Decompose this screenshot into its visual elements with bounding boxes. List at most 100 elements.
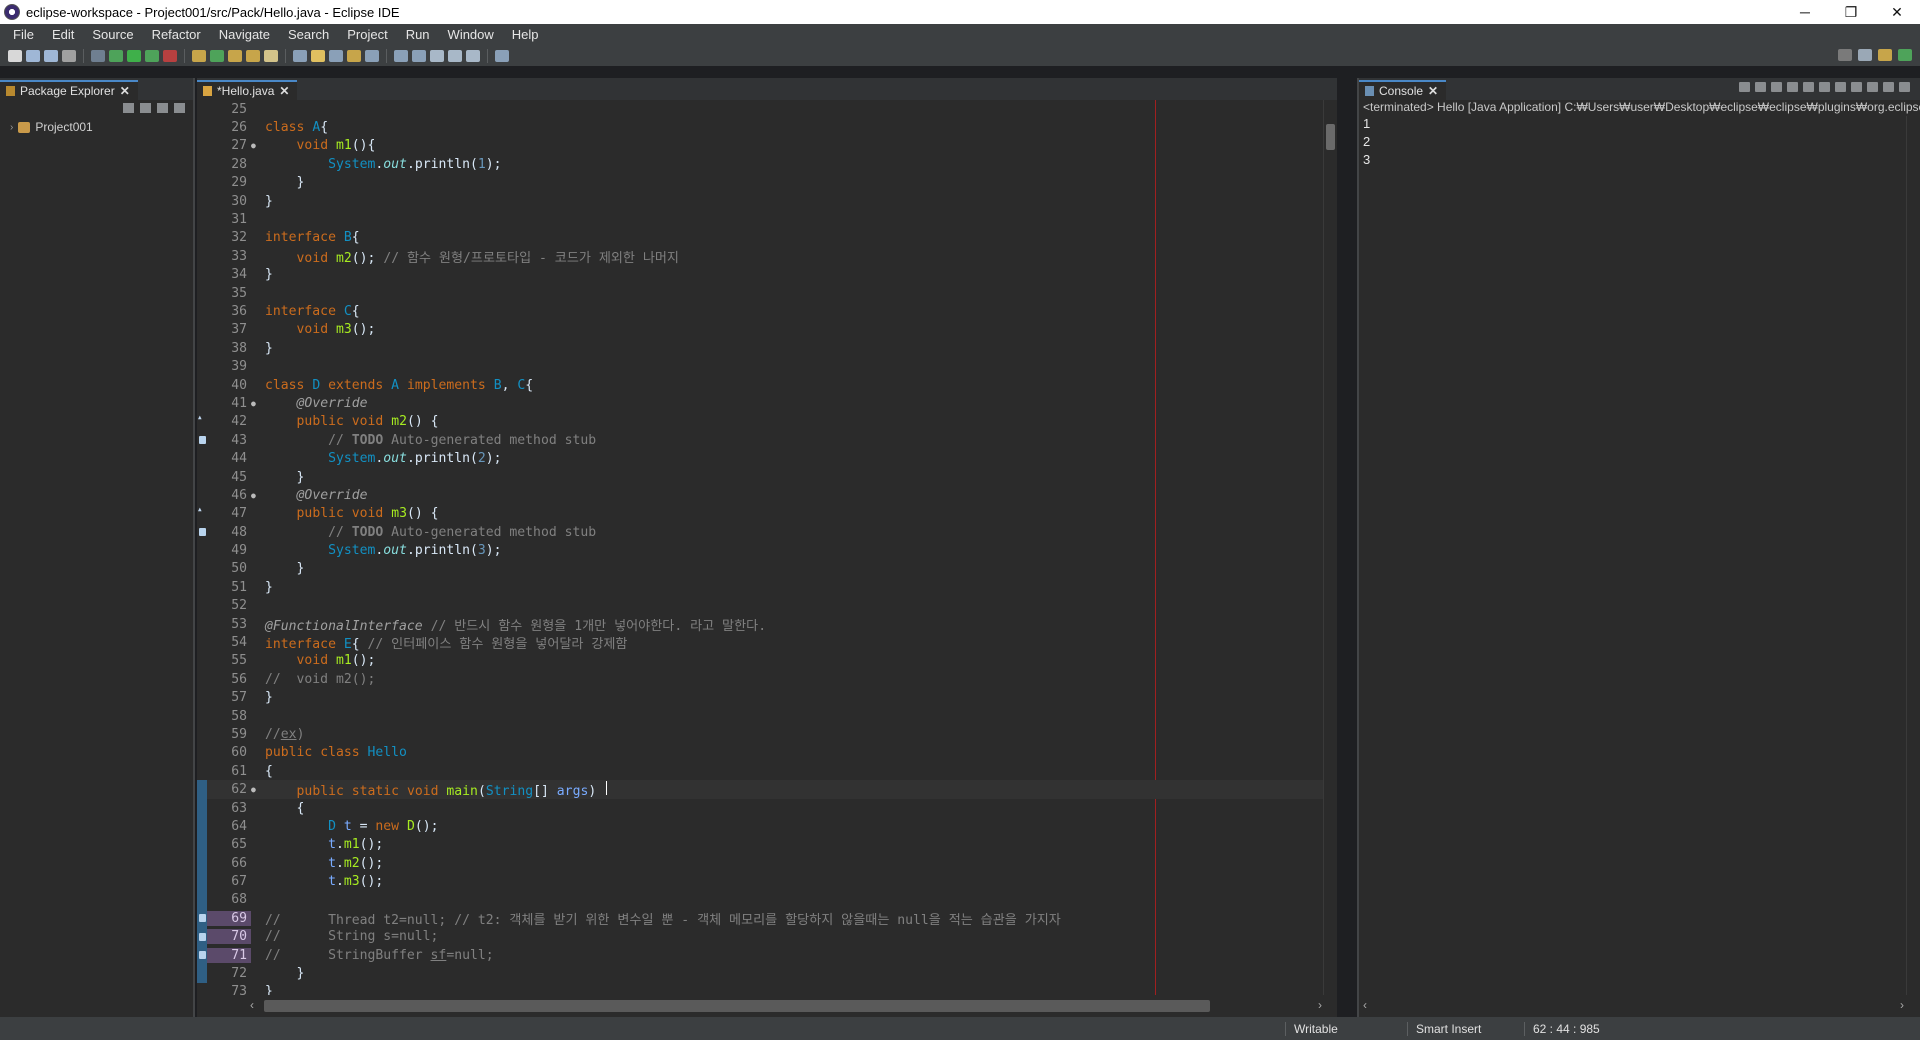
code-line[interactable]: 25: [197, 100, 1325, 118]
minimize-button[interactable]: ─: [1782, 0, 1828, 24]
code-line[interactable]: 40 class D extends A implements B, C{: [197, 376, 1325, 394]
tab-console[interactable]: Console ✕: [1359, 80, 1447, 100]
view-menu-icon[interactable]: [174, 103, 185, 113]
restore-button[interactable]: ❐: [1828, 0, 1874, 24]
close-icon[interactable]: ✕: [1428, 84, 1438, 98]
debug-perspective-icon[interactable]: [1898, 49, 1912, 61]
print-icon[interactable]: [62, 50, 76, 62]
code-text[interactable]: @Override: [259, 488, 368, 503]
code-line[interactable]: 44 System.out.println(2);: [197, 449, 1325, 467]
code-line[interactable]: 33 void m2(); // 함수 원형/프로토타입 - 코드가 제외한 나…: [197, 247, 1325, 266]
remove-launch-icon[interactable]: [1755, 82, 1766, 92]
new-icon[interactable]: [8, 50, 22, 62]
code-text[interactable]: }: [259, 175, 305, 190]
close-icon[interactable]: ✕: [120, 84, 130, 98]
tab-package-explorer[interactable]: Package Explorer ✕: [0, 80, 138, 100]
code-line[interactable]: 30}: [197, 192, 1325, 210]
debug-icon[interactable]: [109, 50, 123, 62]
code-line[interactable]: 68: [197, 890, 1325, 910]
code-text[interactable]: }: [259, 194, 273, 209]
highlight-icon[interactable]: [311, 50, 325, 62]
code-line[interactable]: 66 t.m2();: [197, 854, 1325, 873]
code-line[interactable]: 70 // String s=null;: [197, 927, 1325, 946]
code-text[interactable]: // TODO Auto-generated method stub: [259, 433, 596, 448]
display-console-icon[interactable]: [1851, 82, 1862, 92]
code-line[interactable]: 52: [197, 597, 1325, 615]
menu-search[interactable]: Search: [279, 24, 338, 46]
coverage-icon[interactable]: [145, 50, 159, 62]
code-line[interactable]: 65 t.m1();: [197, 835, 1325, 855]
code-text[interactable]: // Thread t2=null; // t2: 객체를 받기 위한 변수일 …: [259, 909, 1061, 928]
menu-edit[interactable]: Edit: [43, 24, 83, 46]
scroll-left-icon[interactable]: ‹: [1363, 998, 1367, 1012]
code-line[interactable]: 42 public void m2() {: [197, 413, 1325, 431]
code-text[interactable]: void m1(){: [259, 138, 376, 153]
scrollbar-thumb[interactable]: [264, 1000, 1210, 1012]
open-task-icon[interactable]: [246, 50, 260, 62]
code-line[interactable]: 51}: [197, 578, 1325, 596]
task-marker-icon[interactable]: [197, 909, 207, 928]
code-text[interactable]: interface C{: [259, 304, 360, 319]
code-text[interactable]: D t = new D();: [259, 819, 438, 834]
code-text[interactable]: }: [259, 580, 273, 595]
code-text[interactable]: void m1();: [259, 653, 376, 668]
code-line[interactable]: 38}: [197, 339, 1325, 357]
java-perspective-icon[interactable]: [1878, 49, 1892, 61]
maximize-view-icon[interactable]: [1899, 82, 1910, 92]
code-text[interactable]: System.out.println(3);: [259, 543, 501, 558]
code-text[interactable]: // String s=null;: [259, 929, 438, 944]
code-text[interactable]: public static void main(String[] args): [259, 780, 608, 799]
code-text[interactable]: public class Hello: [259, 745, 407, 760]
back-icon[interactable]: [430, 50, 444, 62]
code-line[interactable]: 34}: [197, 266, 1325, 284]
tree-item-project[interactable]: › Project001: [0, 118, 193, 136]
code-line[interactable]: 45 }: [197, 468, 1325, 486]
code-text[interactable]: class D extends A implements B, C{: [259, 378, 533, 393]
terminate-icon[interactable]: [1739, 82, 1750, 92]
new-java-project-icon[interactable]: [192, 50, 206, 62]
code-line[interactable]: 26 class A{: [197, 118, 1325, 136]
code-text[interactable]: }: [259, 470, 305, 485]
code-line[interactable]: 35: [197, 284, 1325, 302]
code-text[interactable]: }: [259, 966, 305, 981]
fold-toggle-icon[interactable]: ●: [251, 785, 259, 794]
code-text[interactable]: t.m2();: [259, 856, 383, 871]
menu-window[interactable]: Window: [439, 24, 503, 46]
tab-hello-java[interactable]: *Hello.java ✕: [197, 80, 298, 100]
menu-refactor[interactable]: Refactor: [143, 24, 210, 46]
open-perspective-icon[interactable]: [1858, 49, 1872, 61]
code-line[interactable]: 54 interface E{ // 인터페이스 함수 원형을 넣어달라 강제함: [197, 633, 1325, 652]
block-selection-icon[interactable]: [347, 50, 361, 62]
fold-toggle-icon[interactable]: ●: [251, 141, 259, 150]
code-line[interactable]: 37 void m3();: [197, 321, 1325, 339]
code-text[interactable]: // StringBuffer sf=null;: [259, 948, 494, 963]
code-text[interactable]: @FunctionalInterface // 반드시 함수 원형을 1개만 넣…: [259, 615, 766, 634]
status-cursor-position[interactable]: 62 : 44 : 985: [1524, 1022, 1600, 1036]
show-whitespace-icon[interactable]: [329, 50, 343, 62]
code-line[interactable]: 53 @FunctionalInterface // 반드시 함수 원형을 1개만…: [197, 615, 1325, 634]
code-text[interactable]: t.m1();: [259, 837, 383, 852]
code-line[interactable]: 56 // void m2();: [197, 670, 1325, 688]
scroll-left-icon[interactable]: ‹: [250, 998, 254, 1012]
close-window-button[interactable]: ✕: [1874, 0, 1920, 24]
open-console-icon[interactable]: [1867, 82, 1878, 92]
code-line[interactable]: 46 ● @Override: [197, 486, 1325, 504]
remove-all-icon[interactable]: [1771, 82, 1782, 92]
code-line[interactable]: 28 System.out.println(1);: [197, 155, 1325, 173]
annotation-icon[interactable]: [293, 50, 307, 62]
task-marker-icon[interactable]: [197, 927, 207, 946]
code-line[interactable]: 57}: [197, 689, 1325, 707]
code-text[interactable]: public void m3() {: [259, 506, 439, 521]
code-text[interactable]: interface B{: [259, 230, 360, 245]
editor-horizontal-scrollbar[interactable]: ‹ ›: [248, 995, 1324, 1017]
code-editor[interactable]: 25 26 class A{27 ● void m1(){28 System.out.…: [197, 100, 1325, 995]
code-text[interactable]: System.out.println(2);: [259, 451, 501, 466]
code-line[interactable]: 58: [197, 707, 1325, 725]
code-line[interactable]: 72 }: [197, 964, 1325, 983]
code-text[interactable]: }: [259, 690, 273, 705]
code-line[interactable]: 47 public void m3() {: [197, 505, 1325, 523]
console-vertical-scrollbar[interactable]: [1906, 116, 1920, 995]
code-text[interactable]: }: [259, 561, 305, 576]
code-line[interactable]: 55 void m1();: [197, 652, 1325, 670]
minimize-view-icon[interactable]: [1883, 82, 1894, 92]
